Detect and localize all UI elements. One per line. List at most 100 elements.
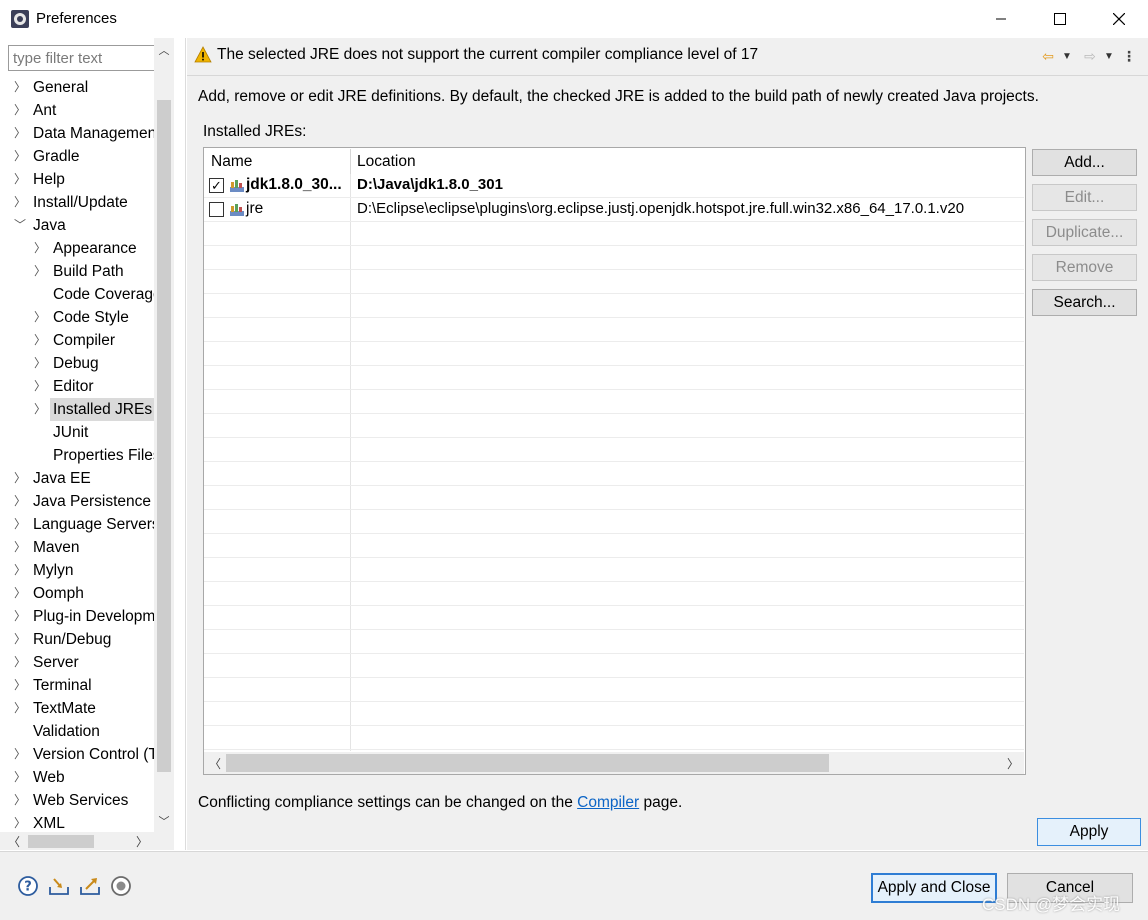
- chevron-right-icon[interactable]: 〉: [14, 766, 26, 789]
- tree-item-textmate[interactable]: 〉 TextMate: [0, 697, 154, 720]
- tree-item-java-persistence[interactable]: 〉 Java Persistence: [0, 490, 154, 513]
- tree-item-build-path[interactable]: 〉 Build Path: [0, 260, 154, 283]
- table-row[interactable]: jre D:\Eclipse\eclipse\plugins\org.eclips…: [204, 198, 1024, 222]
- forward-history-dropdown-icon[interactable]: ▼: [1102, 46, 1116, 66]
- column-header-name[interactable]: Name: [211, 153, 252, 171]
- tree-item-help[interactable]: 〉 Help: [0, 168, 154, 191]
- tree-item-validation[interactable]: Validation: [0, 720, 154, 743]
- chevron-right-icon[interactable]: 〉: [14, 122, 26, 145]
- tree-item-code-style[interactable]: 〉 Code Style: [0, 306, 154, 329]
- chevron-right-icon[interactable]: 〉: [14, 651, 26, 674]
- chevron-down-icon[interactable]: ﹀: [14, 214, 26, 237]
- chevron-right-icon[interactable]: 〉: [34, 237, 46, 260]
- tree-scroll-down-arrow-icon[interactable]: ﹀: [154, 811, 174, 831]
- chevron-right-icon[interactable]: 〉: [34, 329, 46, 352]
- tree-item-compiler[interactable]: 〉 Compiler: [0, 329, 154, 352]
- chevron-right-icon[interactable]: 〉: [14, 536, 26, 559]
- jre-default-checkbox[interactable]: ✓: [209, 178, 224, 193]
- chevron-right-icon[interactable]: 〉: [14, 674, 26, 697]
- compiler-link[interactable]: Compiler: [577, 794, 639, 811]
- back-arrow-icon[interactable]: ⇦: [1038, 46, 1058, 66]
- tree-item-web[interactable]: 〉 Web: [0, 766, 154, 789]
- tree-scroll-up-arrow-icon[interactable]: ︿: [154, 40, 174, 60]
- chevron-right-icon[interactable]: 〉: [14, 605, 26, 628]
- tree-item-general[interactable]: 〉 General: [0, 76, 154, 99]
- tree-item-code-coverage[interactable]: Code Coverage: [0, 283, 154, 306]
- chevron-right-icon[interactable]: 〉: [34, 306, 46, 329]
- tree-item-properties-files[interactable]: Properties Files: [0, 444, 154, 467]
- tree-item-plug-in-development[interactable]: 〉 Plug-in Development: [0, 605, 154, 628]
- chevron-right-icon[interactable]: 〉: [14, 582, 26, 605]
- apply-and-close-button[interactable]: Apply and Close: [871, 873, 997, 903]
- chevron-right-icon[interactable]: 〉: [14, 789, 26, 812]
- tree-item-run-debug[interactable]: 〉 Run/Debug: [0, 628, 154, 651]
- import-icon[interactable]: [48, 875, 70, 897]
- tree-item-editor[interactable]: 〉 Editor: [0, 375, 154, 398]
- tree-item-junit[interactable]: JUnit: [0, 421, 154, 444]
- tree-item-oomph[interactable]: 〉 Oomph: [0, 582, 154, 605]
- tree-item-maven[interactable]: 〉 Maven: [0, 536, 154, 559]
- forward-arrow-icon[interactable]: ⇨: [1080, 46, 1100, 66]
- chevron-right-icon[interactable]: 〉: [14, 467, 26, 490]
- chevron-right-icon[interactable]: 〉: [14, 191, 26, 214]
- table-row[interactable]: ✓ jdk1.8.0_30... D:\Java\jdk1.8.0_301: [204, 174, 1024, 198]
- chevron-right-icon[interactable]: 〉: [14, 513, 26, 536]
- tree-item-server[interactable]: 〉 Server: [0, 651, 154, 674]
- chevron-right-icon[interactable]: 〉: [14, 76, 26, 99]
- chevron-right-icon[interactable]: 〉: [14, 812, 26, 832]
- table-scroll-right-arrow-icon[interactable]: 〉: [1002, 752, 1024, 774]
- filter-input[interactable]: [8, 45, 174, 71]
- tree-item-java[interactable]: ﹀ Java: [0, 214, 154, 237]
- remove-button[interactable]: Remove: [1032, 254, 1137, 281]
- chevron-right-icon[interactable]: 〉: [34, 352, 46, 375]
- chevron-right-icon[interactable]: 〉: [34, 375, 46, 398]
- column-header-location[interactable]: Location: [357, 153, 416, 171]
- tree-item-xml[interactable]: 〉 XML: [0, 812, 154, 832]
- tree-scroll-left-arrow-icon[interactable]: 〈: [4, 832, 24, 850]
- edit-button[interactable]: Edit...: [1032, 184, 1137, 211]
- chevron-right-icon[interactable]: 〉: [14, 99, 26, 122]
- chevron-right-icon[interactable]: 〉: [14, 559, 26, 582]
- tree-item-language-servers[interactable]: 〉 Language Servers: [0, 513, 154, 536]
- record-preferences-icon[interactable]: [110, 875, 132, 897]
- tree-item-web-services[interactable]: 〉 Web Services: [0, 789, 154, 812]
- maximize-button[interactable]: [1031, 0, 1089, 38]
- search-button[interactable]: Search...: [1032, 289, 1137, 316]
- tree-item-java-ee[interactable]: 〉 Java EE: [0, 467, 154, 490]
- chevron-right-icon[interactable]: 〉: [14, 628, 26, 651]
- tree-item-label: Install/Update: [33, 194, 128, 211]
- minimize-button[interactable]: [972, 0, 1030, 38]
- tree-item-data-management[interactable]: 〉 Data Management: [0, 122, 154, 145]
- tree-scroll-right-arrow-icon[interactable]: 〉: [132, 832, 152, 850]
- tree-vertical-scroll-thumb[interactable]: [157, 100, 171, 772]
- apply-button[interactable]: Apply: [1037, 818, 1141, 846]
- chevron-right-icon[interactable]: 〉: [14, 743, 26, 766]
- tree-item-version-control-team[interactable]: 〉 Version Control (Team): [0, 743, 154, 766]
- tree-item-terminal[interactable]: 〉 Terminal: [0, 674, 154, 697]
- add-button[interactable]: Add...: [1032, 149, 1137, 176]
- close-button[interactable]: [1090, 0, 1148, 38]
- chevron-right-icon[interactable]: 〉: [14, 490, 26, 513]
- tree-item-install-update[interactable]: 〉 Install/Update: [0, 191, 154, 214]
- tree-item-mylyn[interactable]: 〉 Mylyn: [0, 559, 154, 582]
- tree-item-appearance[interactable]: 〉 Appearance: [0, 237, 154, 260]
- tree-item-installed-jres[interactable]: 〉 Installed JREs: [0, 398, 154, 421]
- back-history-dropdown-icon[interactable]: ▼: [1060, 46, 1074, 66]
- chevron-right-icon[interactable]: 〉: [14, 145, 26, 168]
- jre-default-checkbox[interactable]: [209, 202, 224, 217]
- help-icon[interactable]: ?: [17, 875, 39, 897]
- export-icon[interactable]: [79, 875, 101, 897]
- tree-item-ant[interactable]: 〉 Ant: [0, 99, 154, 122]
- tree-horizontal-scroll-thumb[interactable]: [28, 835, 94, 848]
- chevron-right-icon[interactable]: 〉: [34, 398, 46, 421]
- duplicate-button[interactable]: Duplicate...: [1032, 219, 1137, 246]
- chevron-right-icon[interactable]: 〉: [14, 168, 26, 191]
- chevron-right-icon[interactable]: 〉: [34, 260, 46, 283]
- table-scroll-left-arrow-icon[interactable]: 〈: [204, 752, 226, 774]
- tree-item-gradle[interactable]: 〉 Gradle: [0, 145, 154, 168]
- column-header-divider[interactable]: [350, 149, 351, 174]
- tree-item-debug[interactable]: 〉 Debug: [0, 352, 154, 375]
- table-horizontal-scroll-thumb[interactable]: [226, 754, 829, 772]
- chevron-right-icon[interactable]: 〉: [14, 697, 26, 720]
- view-menu-icon[interactable]: ⋮: [1122, 46, 1136, 66]
